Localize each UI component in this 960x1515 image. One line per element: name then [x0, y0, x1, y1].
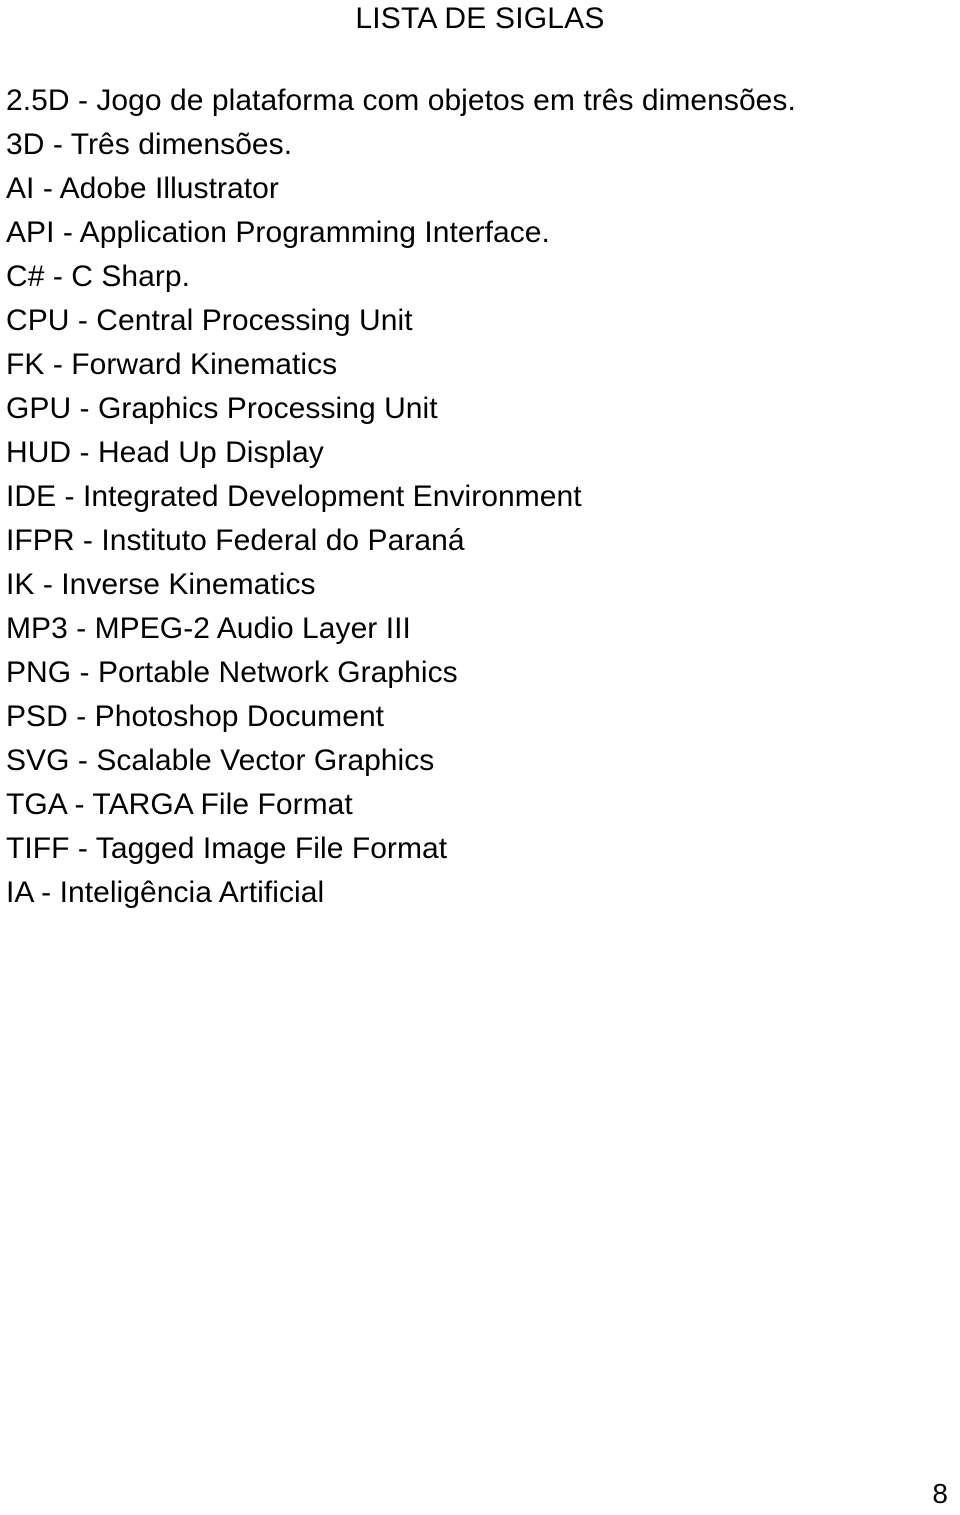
list-item: C# - C Sharp. — [6, 260, 191, 293]
document-page: LISTA DE SIGLAS 2.5D - Jogo de plataform… — [0, 0, 960, 1515]
list-item: 3D - Três dimensões. — [6, 128, 293, 161]
list-item: TGA - TARGA File Format — [6, 788, 353, 821]
list-item: AI - Adobe Illustrator — [6, 172, 279, 205]
list-item: IDE - Integrated Development Environment — [6, 480, 582, 513]
list-item: TIFF - Tagged Image File Format — [6, 832, 448, 865]
list-item: FK - Forward Kinematics — [6, 348, 338, 381]
list-item: API - Application Programming Interface. — [6, 216, 550, 249]
list-item: SVG - Scalable Vector Graphics — [6, 744, 435, 777]
list-item: PSD - Photoshop Document — [6, 700, 385, 733]
list-item: MP3 - MPEG-2 Audio Layer III — [6, 612, 411, 645]
page-number: 8 — [932, 1478, 948, 1509]
page-title: LISTA DE SIGLAS — [355, 2, 605, 35]
list-item: 2.5D - Jogo de plataforma com objetos em… — [6, 84, 796, 117]
acronym-list: 2.5D - Jogo de plataforma com objetos em… — [6, 79, 946, 915]
list-item: PNG - Portable Network Graphics — [6, 656, 458, 689]
list-item: IK - Inverse Kinematics — [6, 568, 316, 601]
list-item: IA - Inteligência Artificial — [6, 876, 325, 909]
list-item: HUD - Head Up Display — [6, 436, 324, 469]
list-item: IFPR - Instituto Federal do Paraná — [6, 524, 465, 557]
list-item: GPU - Graphics Processing Unit — [6, 392, 438, 425]
list-item: CPU - Central Processing Unit — [6, 304, 413, 337]
